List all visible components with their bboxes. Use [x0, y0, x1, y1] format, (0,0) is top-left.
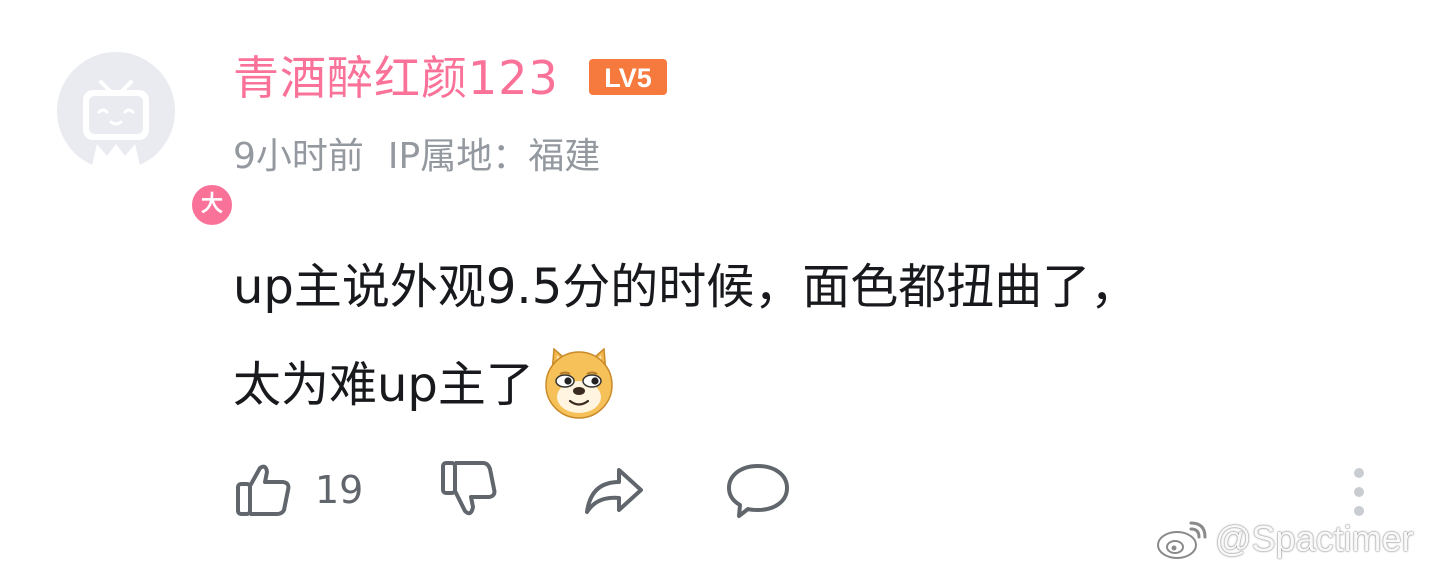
like-button[interactable]: 19: [233, 460, 363, 520]
thumbs-up-icon: [236, 464, 291, 516]
comment-item: 大 青酒醉红颜123 LV5 9小时前 IP属地：福建 up主说外观9.5分的时候…: [0, 0, 1440, 574]
ip-location: IP属地：福建: [387, 136, 601, 177]
comment-bubble-icon: [727, 464, 789, 518]
dislike-button[interactable]: [437, 460, 499, 520]
watermark-text: @Spactimer: [1215, 518, 1414, 559]
more-options-icon[interactable]: [1348, 466, 1370, 518]
thumbs-down-icon: [441, 461, 497, 516]
level-text: LV5: [604, 63, 652, 93]
level-badge: LV5: [589, 59, 667, 95]
username[interactable]: 青酒醉红颜123: [233, 48, 559, 108]
doge-emoji-icon: [545, 347, 613, 419]
like-count: 19: [315, 468, 364, 512]
vip-badge: 大: [189, 182, 235, 228]
share-button[interactable]: [581, 460, 647, 520]
comment-text: up主说外观9.5分的时候，面色都扭曲了， 太为难up主了: [233, 238, 1373, 434]
comment-line-1: up主说外观9.5分的时候，面色都扭曲了，: [233, 259, 1139, 315]
reply-button[interactable]: [725, 460, 791, 520]
watermark: @Spactimer: [1155, 514, 1414, 564]
tv-mascot-icon: [83, 80, 149, 170]
avatar[interactable]: 大: [57, 52, 235, 228]
comment-time: 9小时前: [233, 136, 364, 177]
weibo-logo-icon: [1157, 521, 1207, 559]
comment-meta: 9小时前 IP属地：福建: [233, 132, 600, 182]
comment-line-2: 太为难up主了: [233, 336, 1373, 434]
share-icon: [585, 468, 643, 514]
comment-line-2-text: 太为难up主了: [233, 357, 534, 413]
